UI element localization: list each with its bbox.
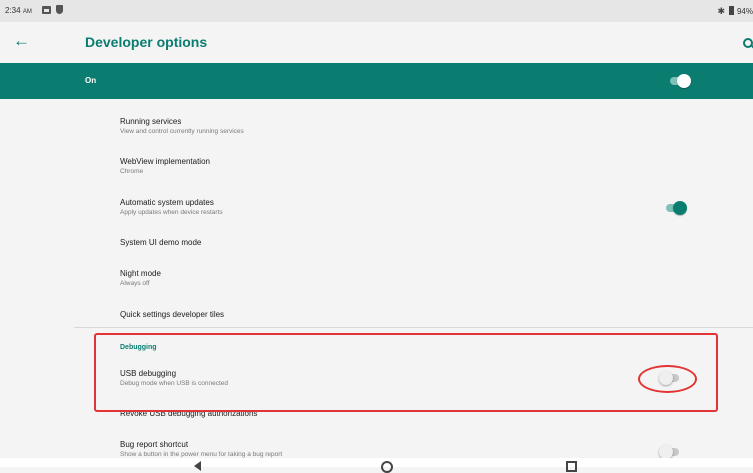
status-bar: 2:34 AM ✱ 94%: [0, 0, 753, 22]
automatic-updates-toggle[interactable]: [664, 201, 687, 215]
item-title: Bug report shortcut: [120, 440, 189, 449]
switch-thumb: [677, 74, 691, 88]
nav-home-icon[interactable]: [381, 461, 393, 473]
item-title: System UI demo mode: [120, 238, 202, 247]
item-title: Quick settings developer tiles: [120, 310, 225, 319]
list-item-automatic-system-updates[interactable]: Automatic system updates Apply updates w…: [120, 198, 223, 216]
status-right: ✱ 94%: [717, 6, 753, 17]
list-item-night-mode[interactable]: Night mode Always off: [120, 269, 161, 287]
annotation-highlight-box: [94, 333, 718, 412]
app-bar: ← Developer options: [0, 22, 753, 63]
master-toggle-switch[interactable]: [668, 74, 691, 88]
item-title: Automatic system updates: [120, 198, 214, 207]
battery-icon: [728, 6, 734, 15]
master-switch-bar[interactable]: On: [0, 63, 753, 99]
battery-percent: 94%: [736, 7, 753, 16]
item-subtitle: View and control currently running servi…: [120, 128, 244, 135]
item-subtitle: Always off: [120, 280, 150, 287]
list-item-bug-report-shortcut[interactable]: Bug report shortcut Show a button in the…: [120, 440, 282, 458]
bug-report-toggle[interactable]: [659, 445, 681, 459]
page-title: Developer options: [85, 34, 208, 50]
item-title: Night mode: [120, 269, 161, 278]
item-title: WebView implementation: [120, 157, 210, 166]
section-divider: [74, 327, 753, 328]
navigation-bar: [0, 458, 753, 473]
search-icon[interactable]: [743, 38, 753, 48]
nav-back-icon[interactable]: [194, 461, 201, 471]
item-subtitle: Show a button in the power menu for taki…: [120, 451, 283, 458]
status-time: 2:34 AM: [5, 6, 32, 15]
switch-thumb: [673, 201, 687, 215]
arrow-left-icon[interactable]: ←: [13, 31, 30, 51]
item-subtitle: Chrome: [120, 168, 144, 175]
master-switch-label: On: [85, 76, 97, 85]
list-item-quick-settings-tiles[interactable]: Quick settings developer tiles: [120, 310, 224, 319]
switch-thumb: [659, 445, 673, 459]
bluetooth-icon: ✱: [717, 6, 725, 16]
list-item-webview-implementation[interactable]: WebView implementation Chrome: [120, 157, 210, 175]
shield-notification-icon: [56, 5, 63, 14]
image-notification-icon: [42, 6, 51, 14]
annotation-highlight-ellipse: [638, 365, 697, 393]
list-item-system-ui-demo-mode[interactable]: System UI demo mode: [120, 238, 201, 247]
list-item-running-services[interactable]: Running services View and control curren…: [120, 117, 244, 135]
item-subtitle: Apply updates when device restarts: [120, 209, 223, 216]
item-title: Running services: [120, 117, 182, 126]
